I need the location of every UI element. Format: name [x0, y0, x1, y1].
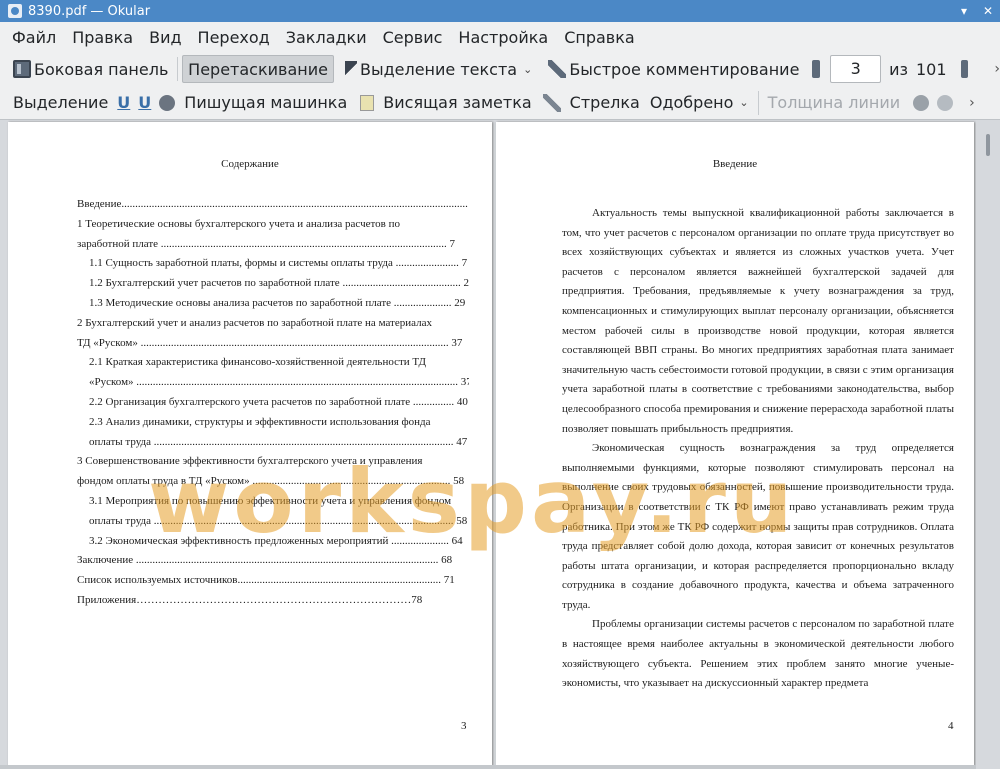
scrollbar-thumb[interactable] — [986, 134, 990, 156]
toc-entry: 1 Теоретические основы бухгалтерского уч… — [77, 217, 401, 230]
chevron-down-icon[interactable]: ⌄ — [523, 63, 532, 76]
close-button[interactable]: ✕ — [976, 4, 1000, 18]
main-toolbar: Боковая панель Перетаскивание Выделение … — [0, 52, 1000, 86]
selection-tool-button[interactable]: Выделение — [8, 89, 113, 117]
squiggle-underline-icon[interactable]: U — [138, 93, 151, 112]
pen-icon — [542, 93, 561, 112]
toc-entry: «Руском» ...............................… — [89, 376, 469, 389]
menu-help[interactable]: Справка — [556, 28, 643, 47]
minimize-button[interactable]: ▾ — [952, 4, 976, 18]
toc-entry: 2.2 Организация бухгалтерского учета рас… — [89, 396, 468, 408]
color-icon[interactable] — [913, 94, 930, 111]
toc-entry: фондом оплаты труда в ТД «Руском» ......… — [77, 475, 465, 488]
strikeout-icon[interactable] — [159, 94, 176, 111]
horizontal-scrollbar[interactable] — [0, 765, 976, 769]
paragraph: Актуальность темы выпускной квалификацио… — [562, 207, 954, 435]
toc-entry: ТД «Руском» ............................… — [77, 336, 463, 349]
line-width-button[interactable]: Толщина линии — [763, 89, 906, 117]
toolbar-separator — [177, 57, 179, 81]
underline-icon[interactable]: U — [117, 93, 130, 112]
page-body-text: Актуальность темы выпускной квалификацио… — [562, 204, 954, 694]
page-number: 3 — [461, 720, 467, 732]
okular-app-icon — [8, 4, 22, 18]
menu-view[interactable]: Вид — [141, 28, 189, 47]
quick-comment-label: Быстрое комментирование — [569, 59, 800, 79]
menu-file[interactable]: Файл — [4, 28, 64, 47]
document-viewer[interactable]: Содержание Введение.....................… — [0, 120, 1000, 769]
chevron-down-icon[interactable]: ⌄ — [739, 96, 748, 109]
toolbar-overflow-icon[interactable]: › — [969, 95, 975, 111]
sidebar-icon — [13, 60, 31, 78]
page-of-label: из — [889, 59, 908, 79]
toc-entry: Список используемых источников..........… — [77, 574, 455, 587]
toc-entry: Приложения…………………………………………………………………78 — [77, 594, 423, 606]
toc-entry: 2.1 Краткая характеристика финансово-хоз… — [89, 356, 426, 369]
page-total-label: 101 — [915, 59, 947, 79]
sidebar-label: Боковая панель — [34, 59, 169, 79]
menu-bar: Файл Правка Вид Переход Закладки Сервис … — [0, 22, 1000, 52]
menu-go[interactable]: Переход — [190, 28, 278, 47]
toc-entry: 1.2 Бухгалтерский учет расчетов по зараб… — [89, 277, 469, 290]
page-number: 4 — [948, 720, 954, 732]
typewriter-button[interactable]: Пишущая машинка — [179, 89, 352, 117]
toc-entry: заработной плате .......................… — [77, 237, 456, 250]
toc-entry: 3.2 Экономическая эффективность предложе… — [89, 534, 463, 547]
browse-tool-button[interactable]: Перетаскивание — [182, 55, 334, 83]
toc-entry: 3 Совершенствование эффективности бухгал… — [77, 455, 423, 468]
annotation-toolbar: Выделение U U Пишущая машинка Висящая за… — [0, 86, 1000, 120]
toc-entry: 2 Бухгалтерский учет и анализ расчетов п… — [77, 316, 432, 329]
sidebar-button[interactable]: Боковая панель — [8, 55, 173, 83]
stamp-label: Одобрено — [649, 93, 734, 112]
page-title: Введение — [712, 158, 758, 170]
line-width-label: Толщина линии — [767, 93, 901, 112]
text-select-button[interactable]: Выделение текста ⌄ — [340, 55, 537, 83]
next-page-icon[interactable] — [960, 60, 969, 78]
stamp-button[interactable]: Одобрено ⌄ — [645, 89, 754, 117]
menu-edit[interactable]: Правка — [64, 28, 141, 47]
toc-entry: 2.3 Анализ динамики, структуры и эффекти… — [89, 415, 431, 428]
sticky-note-icon — [360, 94, 375, 111]
quick-comment-button[interactable]: Быстрое комментирование — [543, 55, 804, 83]
toc-entry: оплаты труда ...........................… — [89, 514, 468, 527]
page-number-input[interactable]: 3 — [830, 55, 882, 83]
toc-entry: 1.3 Методические основы анализа расчетов… — [89, 297, 466, 309]
highlighter-icon — [548, 60, 567, 78]
title-bar: 8390.pdf — Okular ▾ ✕ — [0, 0, 1000, 22]
menu-tools[interactable]: Сервис — [375, 28, 451, 47]
typewriter-label: Пишущая машинка — [184, 93, 348, 112]
pdf-page-3: Содержание Введение.....................… — [8, 122, 492, 766]
toolbar-separator — [757, 90, 759, 115]
sticky-note-button[interactable]: Висящая заметка — [378, 89, 536, 117]
toc-entry: 1.1 Сущность заработной платы, формы и с… — [89, 257, 468, 270]
toc-entry: 3.1 Мероприятия по повышению эффективнос… — [89, 495, 452, 507]
previous-page-icon[interactable] — [812, 60, 821, 78]
menu-settings[interactable]: Настройка — [450, 28, 556, 47]
toc-entry: Введение................................… — [77, 198, 469, 210]
paragraph: Проблемы организации системы расчетов с … — [562, 618, 954, 690]
page-title: Содержание — [221, 158, 279, 170]
toolbar-overflow-icon[interactable]: › — [994, 61, 1000, 77]
cursor-icon — [344, 61, 357, 77]
toc-entry: Заключение .............................… — [77, 554, 453, 567]
toc-entry: оплаты труда ...........................… — [89, 435, 468, 448]
selection-label: Выделение — [13, 93, 109, 112]
arrow-tool-button[interactable]: Стрелка — [565, 89, 645, 117]
text-select-label: Выделение текста — [359, 59, 518, 79]
pdf-page-4: Введение Актуальность темы выпускной ква… — [496, 122, 974, 766]
opacity-icon[interactable] — [937, 94, 954, 111]
menu-bookmarks[interactable]: Закладки — [278, 28, 375, 47]
arrow-label: Стрелка — [569, 93, 640, 112]
window-title: 8390.pdf — Okular — [28, 3, 151, 19]
browse-tool-label: Перетаскивание — [188, 59, 328, 79]
sticky-note-label: Висящая заметка — [383, 93, 532, 112]
paragraph: Экономическая сущность вознаграждения за… — [562, 442, 954, 611]
vertical-scrollbar[interactable] — [976, 120, 1000, 769]
